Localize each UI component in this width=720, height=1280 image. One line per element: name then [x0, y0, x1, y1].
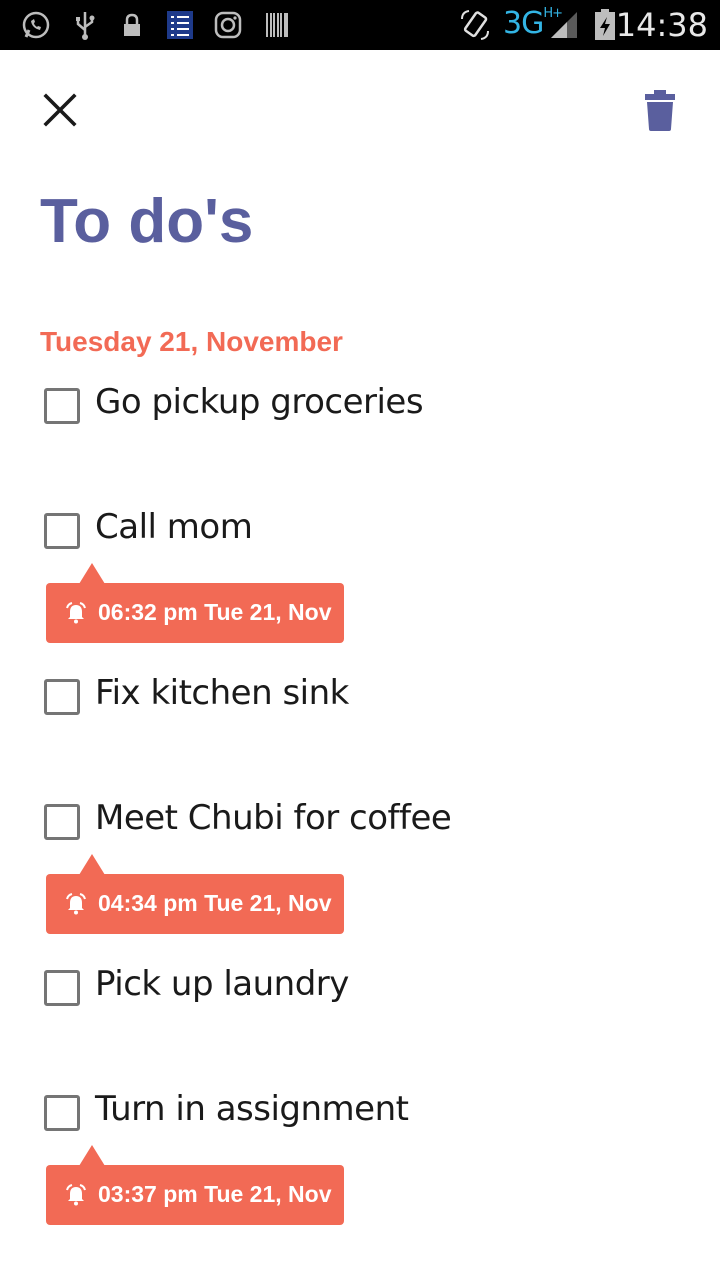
task-checkbox[interactable]	[44, 679, 80, 715]
reminder-chip[interactable]: 04:34 pm Tue 21, Nov	[46, 854, 344, 934]
task-checkbox[interactable]	[44, 388, 80, 424]
alarm-icon	[66, 893, 86, 915]
task-item: Go pickup groceries	[44, 382, 684, 448]
task-item: Pick up laundry	[44, 964, 684, 1030]
task-label: Call mom	[95, 507, 253, 547]
date-header: Tuesday 21, November	[40, 326, 343, 357]
reminder-time: 03:37 pm Tue 21, Nov	[98, 1181, 332, 1207]
delete-button[interactable]	[640, 88, 680, 132]
page-title: To do's	[40, 187, 254, 256]
task-checkbox[interactable]	[44, 804, 80, 840]
instagram-icon	[214, 9, 242, 41]
close-icon	[43, 93, 77, 127]
task-checkbox[interactable]	[44, 970, 80, 1006]
checklist-app-icon	[166, 9, 194, 41]
task-checkbox[interactable]	[44, 513, 80, 549]
barcode-icon	[264, 9, 290, 41]
clock: 14:38	[615, 6, 708, 44]
trash-icon	[645, 90, 675, 131]
task-label: Go pickup groceries	[95, 382, 424, 422]
close-button[interactable]	[38, 88, 82, 132]
task-item: Meet Chubi for coffee	[44, 798, 684, 864]
signal-icon	[548, 9, 580, 41]
lock-icon	[120, 9, 144, 41]
reminder-time: 04:34 pm Tue 21, Nov	[98, 890, 332, 916]
alarm-icon	[66, 602, 86, 624]
task-label: Meet Chubi for coffee	[95, 798, 452, 838]
task-checkbox[interactable]	[44, 1095, 80, 1131]
alarm-icon	[66, 1184, 86, 1206]
reminder-chip[interactable]: 03:37 pm Tue 21, Nov	[46, 1145, 344, 1225]
battery-icon	[594, 9, 616, 41]
whatsapp-icon	[20, 9, 52, 41]
task-label: Pick up laundry	[95, 964, 349, 1004]
rotate-icon	[458, 9, 492, 41]
reminder-chip[interactable]: 06:32 pm Tue 21, Nov	[46, 563, 344, 643]
task-item: Fix kitchen sink	[44, 673, 684, 739]
status-bar: 3GH+ 14:38	[0, 0, 720, 50]
reminder-time: 06:32 pm Tue 21, Nov	[98, 599, 332, 625]
task-label: Turn in assignment	[95, 1089, 409, 1129]
task-label: Fix kitchen sink	[95, 673, 349, 713]
usb-icon	[72, 9, 98, 41]
task-item: Call mom	[44, 507, 684, 573]
task-item: Turn in assignment	[44, 1089, 684, 1155]
